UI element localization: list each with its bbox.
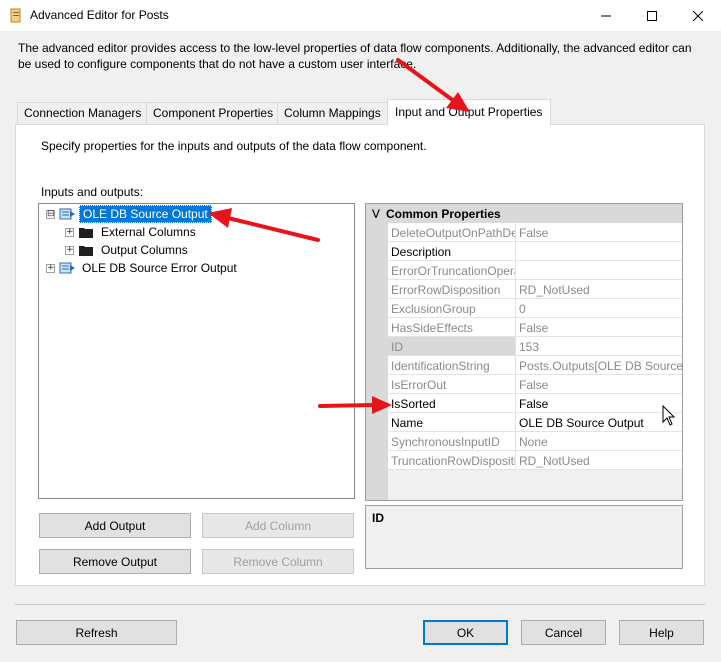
tree-heading: Inputs and outputs: [41, 185, 144, 199]
property-value[interactable] [516, 261, 682, 279]
property-value[interactable]: 0 [516, 299, 682, 317]
property-row-identificationstring[interactable]: IdentificationString Posts.Outputs[OLE D… [388, 356, 682, 375]
category-header-common-properties[interactable]: ⋁ Common Properties [366, 204, 682, 223]
property-value[interactable]: RD_NotUsed [516, 280, 682, 298]
property-row-truncationrowdisposition[interactable]: TruncationRowDispositi RD_NotUsed [388, 451, 682, 470]
grid-margin [366, 223, 388, 500]
collapse-icon[interactable]: ⊟ [46, 209, 55, 219]
category-label: Common Properties [386, 206, 501, 221]
expand-icon[interactable]: + [46, 263, 55, 273]
property-name: SynchronousInputID [388, 432, 516, 450]
property-help-box: ID [365, 505, 683, 569]
maximize-icon[interactable] [629, 0, 675, 31]
add-output-button[interactable]: Add Output [39, 513, 191, 538]
tree-item-label[interactable]: OLE DB Source Output [79, 205, 212, 223]
remove-column-button[interactable]: Remove Column [202, 549, 354, 574]
property-row-exclusiongroup[interactable]: ExclusionGroup 0 [388, 299, 682, 318]
title-bar: Advanced Editor for Posts [0, 0, 721, 31]
property-value[interactable]: False [516, 375, 682, 393]
remove-output-button[interactable]: Remove Output [39, 549, 191, 574]
expand-icon[interactable]: + [65, 245, 74, 255]
output-icon [59, 262, 75, 274]
property-grid[interactable]: ⋁ Common Properties DeleteOutputOnPathDe… [365, 203, 683, 501]
property-row-deleteoutputonpath[interactable]: DeleteOutputOnPathDe False [388, 223, 682, 242]
property-row-id[interactable]: ID 153 [388, 337, 682, 356]
property-name: Name [388, 413, 516, 431]
collapse-category-icon[interactable]: ⋁ [366, 208, 386, 219]
cancel-button[interactable]: Cancel [521, 620, 606, 645]
property-value[interactable]: None [516, 432, 682, 450]
property-name: IsSorted [388, 394, 516, 412]
tab-input-output-properties[interactable]: Input and Output Properties [387, 99, 551, 125]
folder-icon [79, 246, 93, 256]
property-row-description[interactable]: Description [388, 242, 682, 261]
inputs-outputs-tree[interactable]: ⊟ OLE DB Source Output + External Column… [38, 203, 355, 499]
property-value[interactable]: False [516, 318, 682, 336]
property-value[interactable]: Posts.Outputs[OLE DB Source O [516, 356, 682, 374]
property-row-errorortruncation[interactable]: ErrorOrTruncationOpera [388, 261, 682, 280]
property-name: ExclusionGroup [388, 299, 516, 317]
property-name: HasSideEffects [388, 318, 516, 336]
property-name: ID [388, 337, 516, 355]
tree-item-output-columns[interactable]: + Output Columns [65, 241, 191, 259]
property-name: DeleteOutputOnPathDe [388, 223, 516, 241]
app-icon [10, 8, 21, 23]
folder-icon [79, 228, 93, 238]
property-value[interactable]: OLE DB Source Output [516, 413, 682, 431]
property-row-iserrorout[interactable]: IsErrorOut False [388, 375, 682, 394]
tree-item-external-columns[interactable]: + External Columns [65, 223, 199, 241]
property-name: IsErrorOut [388, 375, 516, 393]
tree-item-label[interactable]: External Columns [98, 224, 199, 240]
property-row-errorrowdisposition[interactable]: ErrorRowDisposition RD_NotUsed [388, 280, 682, 299]
property-value[interactable]: 153 [516, 337, 682, 355]
tree-item-ole-db-source-error-output[interactable]: + OLE DB Source Error Output [46, 259, 240, 277]
property-value[interactable]: False [516, 394, 682, 412]
tree-item-ole-db-source-output[interactable]: ⊟ OLE DB Source Output [46, 205, 212, 223]
tree-item-label[interactable]: OLE DB Source Error Output [79, 260, 240, 276]
property-help-title: ID [372, 511, 384, 525]
property-row-issorted[interactable]: IsSorted False [388, 394, 682, 413]
output-icon [59, 208, 75, 220]
refresh-button[interactable]: Refresh [16, 620, 177, 645]
property-value[interactable]: RD_NotUsed [516, 451, 682, 469]
footer-divider [15, 604, 705, 605]
window-title: Advanced Editor for Posts [30, 8, 169, 22]
editor-description: The advanced editor provides access to t… [18, 41, 692, 71]
tab-column-mappings[interactable]: Column Mappings [277, 102, 388, 124]
property-value[interactable]: False [516, 223, 682, 241]
close-icon[interactable] [675, 0, 721, 31]
property-name: ErrorRowDisposition [388, 280, 516, 298]
minimize-icon[interactable] [583, 0, 629, 31]
property-name: ErrorOrTruncationOpera [388, 261, 516, 279]
tree-item-label[interactable]: Output Columns [98, 242, 191, 258]
property-name: IdentificationString [388, 356, 516, 374]
ok-button[interactable]: OK [423, 620, 508, 645]
property-row-synchronousinputid[interactable]: SynchronousInputID None [388, 432, 682, 451]
tab-connection-managers[interactable]: Connection Managers [17, 102, 147, 124]
help-button[interactable]: Help [619, 620, 704, 645]
expand-icon[interactable]: + [65, 227, 74, 237]
property-value[interactable] [516, 242, 682, 260]
mouse-cursor-icon [662, 405, 676, 426]
property-name: TruncationRowDispositi [388, 451, 516, 469]
add-column-button[interactable]: Add Column [202, 513, 354, 538]
property-row-name[interactable]: Name OLE DB Source Output [388, 413, 682, 432]
tab-component-properties[interactable]: Component Properties [146, 102, 278, 124]
property-row-hassideeffects[interactable]: HasSideEffects False [388, 318, 682, 337]
panel-instructions: Specify properties for the inputs and ou… [41, 139, 427, 153]
property-name: Description [388, 242, 516, 260]
